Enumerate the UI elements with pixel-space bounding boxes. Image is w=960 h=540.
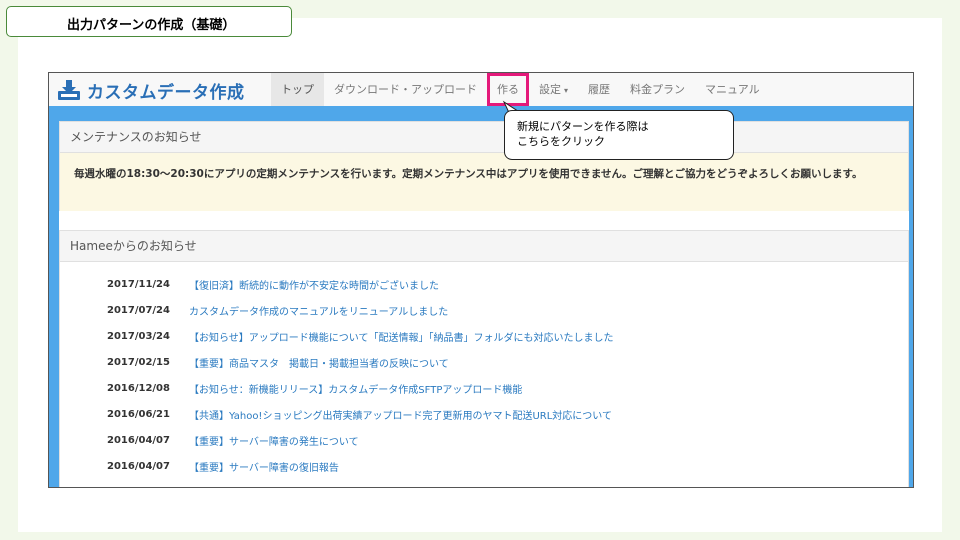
- nav-settings-label: 設定: [539, 83, 561, 96]
- news-date: 2017/02/15: [107, 356, 170, 368]
- download-tray-icon: [58, 80, 80, 100]
- nav-download-upload[interactable]: ダウンロード・アップロード: [324, 73, 487, 106]
- news-item: 2017/07/24 カスタムデータ作成のマニュアルをリニューアルしました: [107, 297, 614, 323]
- brand-title: カスタムデータ作成: [87, 82, 245, 103]
- news-link[interactable]: 【お知らせ】アップロード機能について「配送情報」「納品書」フォルダにも対応いたし…: [189, 329, 614, 344]
- news-date: 2017/11/24: [107, 278, 170, 290]
- nav-top-label: トップ: [281, 83, 314, 96]
- news-item: 2016/06/21 【共通】Yahoo!ショッピング出荷実績アップロード完了更新…: [107, 401, 614, 427]
- maintenance-heading: メンテナンスのお知らせ: [60, 122, 908, 153]
- nav-history-label: 履歴: [588, 83, 611, 96]
- news-link[interactable]: 【お知らせ：新機能リリース】カスタムデータ作成SFTPアップロード機能: [189, 381, 522, 396]
- news-list: 2017/11/24 【復旧済】断続的に動作が不安定な時間がございました 2017…: [107, 271, 614, 479]
- news-item: 2017/02/15 【重要】商品マスタ 掲載日・掲載担当者の反映について: [107, 349, 614, 375]
- news-link[interactable]: 【重要】商品マスタ 掲載日・掲載担当者の反映について: [189, 355, 449, 370]
- maintenance-panel: メンテナンスのお知らせ 毎週水曜の18:30〜20:30にアプリの定期メンテナン…: [59, 121, 909, 211]
- nav-manual-label: マニュアル: [705, 83, 760, 96]
- news-date: 2016/04/07: [107, 460, 170, 472]
- news-date: 2016/04/07: [107, 434, 170, 446]
- nav-pricing[interactable]: 料金プラン: [620, 73, 695, 106]
- callout-annotation: 新規にパターンを作る際は こちらをクリック: [504, 110, 734, 160]
- news-item: 2017/03/24 【お知らせ】アップロード機能について「配送情報」「納品書」フ…: [107, 323, 614, 349]
- news-item: 2016/04/07 【重要】サーバー障害の復旧報告: [107, 453, 614, 479]
- main-content: メンテナンスのお知らせ 毎週水曜の18:30〜20:30にアプリの定期メンテナン…: [59, 121, 909, 487]
- news-item: 2017/11/24 【復旧済】断続的に動作が不安定な時間がございました: [107, 271, 614, 297]
- nav-pricing-label: 料金プラン: [630, 83, 686, 96]
- news-item: 2016/04/07 【重要】サーバー障害の発生について: [107, 427, 614, 453]
- nav-manual[interactable]: マニュアル: [695, 73, 770, 106]
- news-date: 2016/06/21: [107, 408, 170, 420]
- callout-line-2: こちらをクリック: [517, 135, 605, 148]
- news-date: 2017/03/24: [107, 330, 170, 342]
- news-link[interactable]: 【重要】サーバー障害の復旧報告: [189, 459, 339, 474]
- maintenance-body: 毎週水曜の18:30〜20:30にアプリの定期メンテナンスを行います。定期メンテ…: [60, 153, 908, 211]
- nav-download-upload-label: ダウンロード・アップロード: [334, 83, 477, 96]
- caret-down-icon: ▾: [564, 86, 569, 95]
- nav-history[interactable]: 履歴: [578, 73, 620, 106]
- news-date: 2016/12/08: [107, 382, 170, 394]
- news-link[interactable]: 【共通】Yahoo!ショッピング出荷実績アップロード完了更新用のヤマト配送URL…: [189, 407, 612, 422]
- news-link[interactable]: 【重要】サーバー障害の発生について: [189, 433, 359, 448]
- news-date: 2017/07/24: [107, 304, 170, 316]
- slide-title-box: 出力パターンの作成（基礎）: [6, 6, 292, 37]
- callout-line-1: 新規にパターンを作る際は: [517, 120, 649, 133]
- news-link[interactable]: 【復旧済】断続的に動作が不安定な時間がございました: [189, 277, 439, 292]
- news-link[interactable]: カスタムデータ作成のマニュアルをリニューアルしました: [189, 303, 448, 318]
- news-heading: Hameeからのお知らせ: [60, 231, 908, 262]
- app-screenshot: カスタムデータ作成 トップ ダウンロード・アップロード 作る 設定 ▾ 履歴 料金…: [48, 72, 914, 488]
- brand[interactable]: カスタムデータ作成: [57, 78, 245, 103]
- nav-top[interactable]: トップ: [271, 73, 324, 106]
- nav-create-label: 作る: [497, 83, 519, 96]
- slide-title: 出力パターンの作成（基礎）: [67, 18, 236, 33]
- news-item: 2016/12/08 【お知らせ：新機能リリース】カスタムデータ作成SFTPアップ…: [107, 375, 614, 401]
- navbar: カスタムデータ作成 トップ ダウンロード・アップロード 作る 設定 ▾ 履歴 料金…: [49, 73, 913, 107]
